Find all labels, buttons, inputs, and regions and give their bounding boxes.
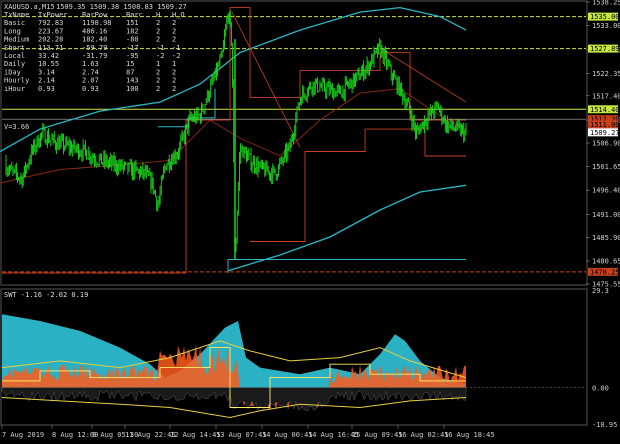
price-tag-label: 1535.00	[590, 13, 620, 21]
table-cell: Medium	[4, 36, 29, 44]
table-header: H_O	[172, 11, 185, 19]
table-cell: Local	[4, 52, 25, 60]
price-tag-label: 1478.25	[590, 268, 620, 276]
table-cell: 1	[172, 60, 176, 68]
time-tick-label: 16 Aug 18:45	[444, 431, 495, 439]
table-header: BarPow	[82, 11, 108, 19]
table-header: TxPower	[38, 11, 68, 19]
symbol-label: XAUUSD.a,M15	[4, 3, 55, 11]
table-cell: Hourly	[4, 77, 29, 85]
table-cell: 0.93	[38, 85, 55, 93]
table-cell: Basic	[4, 19, 25, 27]
trading-chart[interactable]: TxName TxPower BarPow Barc H H_OBasic 792.83 11…	[0, 0, 620, 444]
price-tick-label: 1491.00	[592, 211, 620, 219]
price-tick-label: 1538.25	[592, 0, 620, 7]
table-cell: 182	[126, 27, 139, 35]
table-cell: 223.67	[38, 27, 63, 35]
table-cell: 2	[156, 19, 160, 27]
table-cell: 486.16	[82, 27, 107, 35]
table-cell: 151	[126, 19, 139, 27]
time-tick-label: 16 Aug 02:45	[398, 431, 449, 439]
table-cell: 202.28	[38, 36, 63, 44]
table-cell: 2.74	[82, 68, 99, 76]
table-cell: 2	[156, 68, 160, 76]
price-tick-label: 1485.90	[592, 234, 620, 242]
table-cell: 0.93	[82, 85, 99, 93]
table-cell: Short	[4, 44, 25, 52]
table-cell: 2	[172, 68, 176, 76]
indicator-tick-label: 29.3	[592, 287, 609, 295]
table-cell: 87	[126, 68, 134, 76]
table-cell: 2	[156, 36, 160, 44]
price-tick-label: 1501.65	[592, 163, 620, 171]
table-cell: -1	[172, 44, 180, 52]
table-cell: 2	[172, 27, 176, 35]
indicator-label: SWT -1.16 -2.02 0.19	[4, 291, 88, 299]
table-cell: -80	[126, 36, 139, 44]
table-cell: 113.71	[38, 44, 63, 52]
time-tick-label: 14 Aug 00:45	[262, 431, 313, 439]
table-header: Barc	[126, 11, 143, 19]
time-tick-label: 12 Aug 14:45	[170, 431, 221, 439]
table-cell: Daily	[4, 60, 25, 68]
table-cell: -17	[126, 44, 139, 52]
table-cell: 1	[156, 60, 160, 68]
indicator-tick-label: -10.95	[592, 421, 617, 429]
table-cell: Long	[4, 27, 21, 35]
price-tag-label: 1527.89	[590, 45, 620, 53]
table-cell: 2	[172, 77, 176, 85]
table-cell: 2	[172, 36, 176, 44]
price-tick-label: 1496.40	[592, 187, 620, 195]
price-tick-label: 1533.00	[592, 22, 620, 30]
time-tick-label: 15 Aug 09:45	[352, 431, 403, 439]
table-cell: iDay	[4, 68, 21, 76]
table-cell: 2	[156, 77, 160, 85]
price-tick-label: 1480.65	[592, 258, 620, 266]
table-header: TxName	[4, 11, 29, 19]
table-cell: -2	[172, 52, 180, 60]
table-cell: -2	[156, 52, 164, 60]
table-cell: 1.63	[82, 60, 99, 68]
table-cell: 3.14	[38, 68, 55, 76]
indicator-tick-label: 0.00	[592, 385, 609, 393]
table-cell: 2	[156, 85, 160, 93]
table-cell: 2	[172, 19, 176, 27]
table-cell: 2	[172, 85, 176, 93]
price-tag-label: 1514.40	[590, 106, 620, 114]
table-cell: 182.40	[82, 36, 107, 44]
time-tick-label: 11 Aug 22:45	[125, 431, 176, 439]
table-cell: 2	[156, 27, 160, 35]
table-cell: 143	[126, 77, 139, 85]
price-tick-label: 1506.90	[592, 140, 620, 148]
table-cell: 15	[126, 60, 134, 68]
v-label: V=3.66	[4, 123, 29, 131]
table-cell: 33.42	[38, 52, 59, 60]
table-cell: iHour	[4, 85, 25, 93]
table-cell: 2.07	[82, 77, 99, 85]
time-tick-label: 13 Aug 07:45	[216, 431, 267, 439]
table-cell: 2.14	[38, 77, 55, 85]
table-cell: 792.83	[38, 19, 63, 27]
table-cell: 1198.98	[82, 19, 112, 27]
table-cell: -31.79	[82, 52, 107, 60]
price-tick-label: 1517.40	[592, 92, 620, 100]
ohlc-label: 1509.35 1509.38 1508.83 1509.27	[56, 3, 187, 11]
time-tick-label: 14 Aug 16:45	[308, 431, 359, 439]
table-cell: -59.79	[82, 44, 107, 52]
table-cell: 10.55	[38, 60, 59, 68]
table-cell: -95	[126, 52, 139, 60]
table-cell: -1	[156, 44, 164, 52]
table-header: H	[156, 11, 160, 19]
time-tick-label: 7 Aug 2019	[2, 431, 44, 439]
price-tag-label: 1509.27	[590, 129, 620, 137]
table-cell: 100	[126, 85, 139, 93]
price-tick-label: 1522.35	[592, 70, 620, 78]
